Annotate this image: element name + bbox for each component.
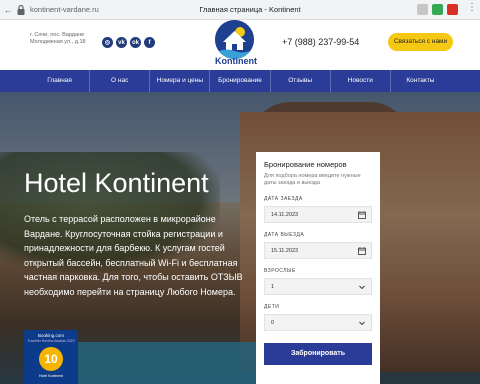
checkin-value: 14.11.2023 [271, 212, 299, 218]
adults-select[interactable]: 1 [264, 278, 372, 295]
checkin-date-field[interactable]: 14.11.2023 [264, 206, 372, 223]
site-logo[interactable]: Kontinent [210, 20, 260, 70]
logo-emblem-icon [215, 20, 254, 59]
book-button[interactable]: Забронировать [264, 343, 372, 365]
back-arrow-icon[interactable]: ← [2, 3, 14, 17]
nav-item-contacts[interactable]: Контакты [391, 70, 450, 92]
checkout-value: 15.11.2023 [271, 248, 299, 254]
lock-icon [17, 4, 25, 15]
tab-title: Главная страница - Kontinent [199, 5, 301, 14]
nav-item-news[interactable]: Новости [331, 70, 391, 92]
calendar-icon[interactable] [358, 211, 366, 219]
nav-item-reviews[interactable]: Отзывы [271, 70, 331, 92]
main-nav: Главная О нас Номера и цены Бронирование… [0, 70, 480, 92]
chevron-down-icon [359, 321, 365, 326]
adults-value: 1 [271, 284, 275, 290]
booking-title: Бронирование номеров [264, 160, 347, 169]
hero-section: Hotel Kontinent Отель с террасой располо… [0, 92, 480, 384]
extension-icon[interactable] [447, 4, 458, 15]
calendar-icon[interactable] [358, 247, 366, 255]
children-value: 0 [271, 320, 275, 326]
address-text: г. Сочи, пос. Вардане Молодежная ул., д.… [30, 32, 86, 45]
browser-menu-icon[interactable]: ⋮ [467, 2, 477, 13]
booking-award-badge: Booking.com Traveller Review Awards 2023… [24, 330, 78, 384]
hero-title: Hotel Kontinent [24, 168, 209, 198]
children-select[interactable]: 0 [264, 314, 372, 331]
badge-score: 10 [39, 347, 63, 371]
chevron-down-icon [359, 285, 365, 290]
badge-hotel-name: Hotel Kontinent [39, 374, 63, 378]
nav-item-rooms[interactable]: Номера и цены [150, 70, 211, 92]
badge-subtitle: Traveller Review Awards 2023 [27, 339, 75, 343]
nav-item-about[interactable]: О нас [90, 70, 151, 92]
badge-brand: Booking.com [37, 333, 64, 338]
browser-toolbar: ← kontinent-vardane.ru Главная страница … [0, 0, 480, 20]
phone-number[interactable]: +7 (988) 237-99-54 [282, 37, 359, 47]
booking-subtitle: Для подбора номера введите нужные даты з… [264, 173, 361, 186]
contact-us-button[interactable]: Связаться с нами [388, 33, 453, 51]
extension-icon[interactable] [417, 4, 428, 15]
logo-text: Kontinent [215, 56, 257, 66]
nav-item-home[interactable]: Главная [30, 70, 91, 92]
nav-item-booking[interactable]: Бронирование [210, 70, 271, 92]
checkin-label: ДАТА ЗАЕЗДА [264, 196, 303, 202]
social-links: ◎ vk ok f [102, 37, 155, 48]
adults-label: ВЗРОСЛЫЕ [264, 268, 296, 274]
vk-icon[interactable]: vk [116, 37, 127, 48]
ok-icon[interactable]: ok [130, 37, 141, 48]
shield-extension-icon[interactable] [432, 4, 443, 15]
address-bar[interactable]: kontinent-vardane.ru [30, 5, 99, 14]
checkout-label: ДАТА ВЫЕЗДА [264, 232, 305, 238]
checkout-date-field[interactable]: 15.11.2023 [264, 242, 372, 259]
hero-description: Отель с террасой расположен в микрорайон… [24, 214, 243, 297]
children-label: ДЕТИ [264, 304, 280, 310]
instagram-icon[interactable]: ◎ [102, 37, 113, 48]
site-header: г. Сочи, пос. Вардане Молодежная ул., д.… [0, 20, 480, 70]
booking-form: Бронирование номеров Для подбора номера … [256, 152, 380, 384]
facebook-icon[interactable]: f [144, 37, 155, 48]
